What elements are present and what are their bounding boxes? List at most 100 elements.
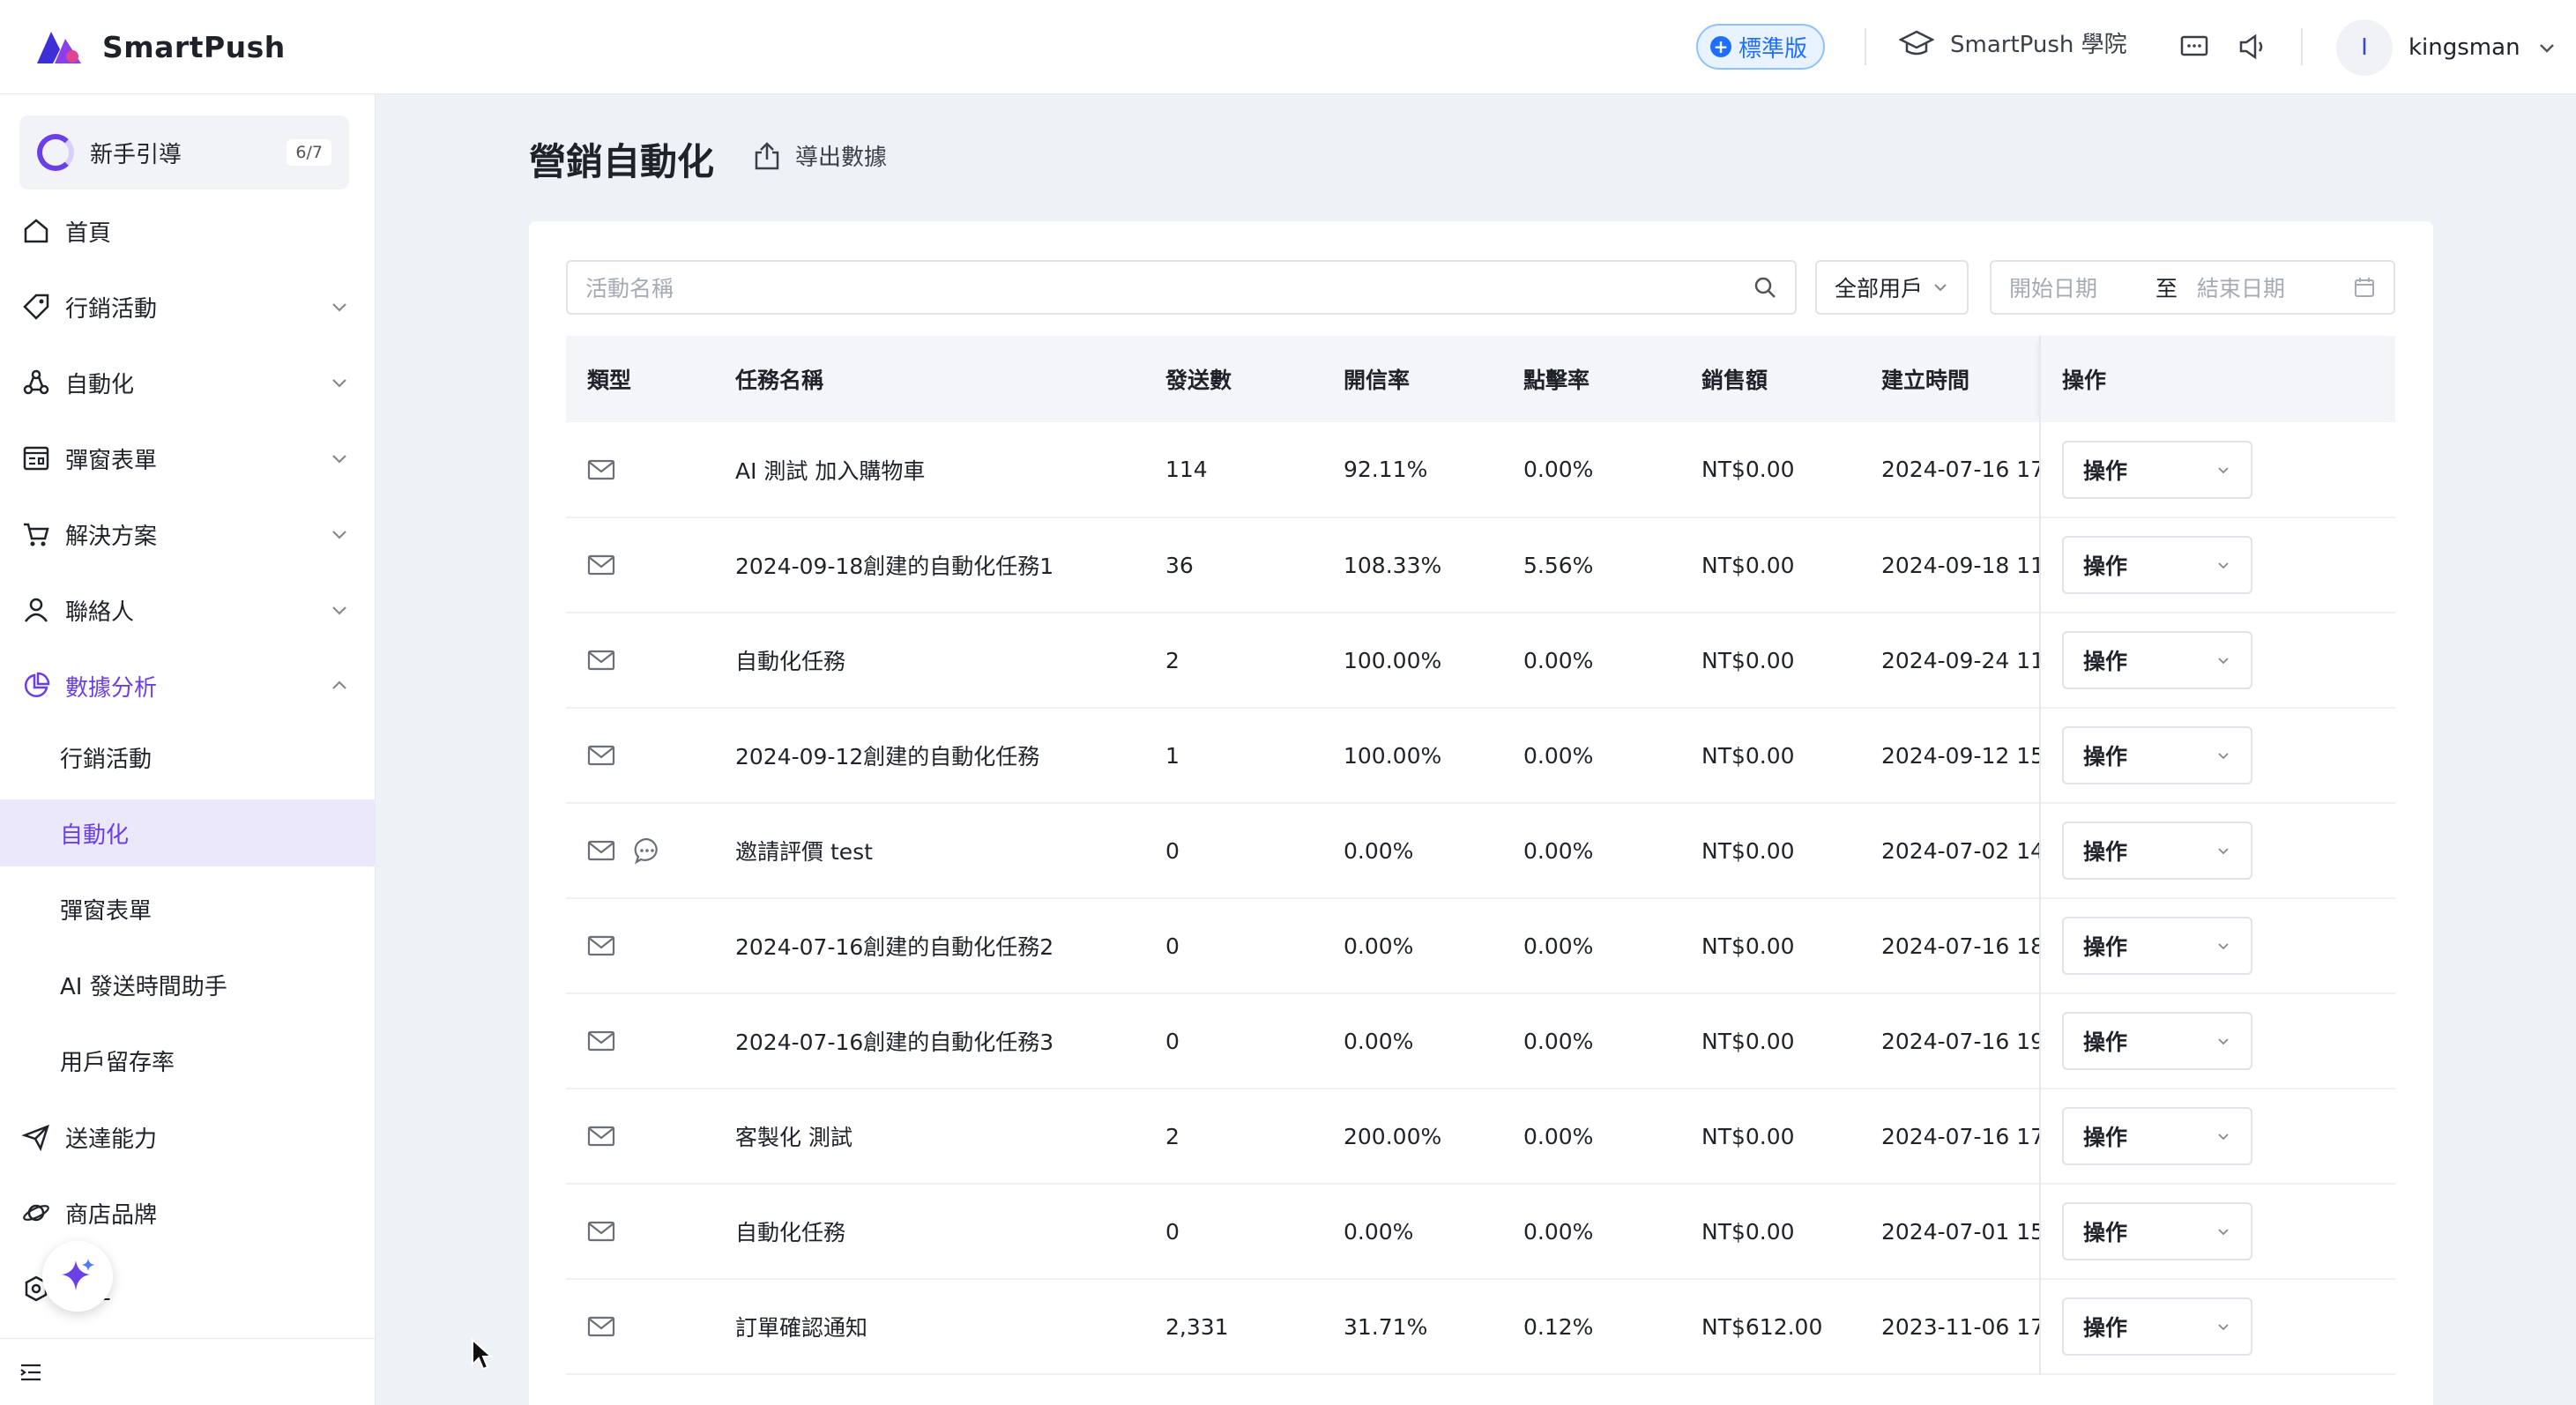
- sidebar-subitem-automation[interactable]: 自動化: [0, 799, 376, 866]
- plan-badge-label: 標準版: [1738, 35, 1808, 63]
- click-rate-cell: 0.00%: [1523, 742, 1594, 769]
- sidebar-item-popup-forms[interactable]: 彈窗表單: [0, 427, 376, 489]
- plan-badge[interactable]: + 標準版: [1696, 24, 1826, 70]
- chevron-down-icon: [332, 455, 346, 464]
- created-time-cell: 2023-11-06 17:: [1881, 1313, 2040, 1340]
- table-row[interactable]: 邀請評價 test 0 0.00% 0.00% NT$0.00 2024-07-02 14…: [566, 803, 2395, 898]
- task-name-cell[interactable]: 2024-07-16創建的自動化任務2: [714, 898, 1144, 993]
- click-rate-cell: 5.56%: [1523, 552, 1594, 578]
- actions-dropdown[interactable]: 操作: [2062, 726, 2252, 784]
- actions-cell: 操作: [2039, 993, 2395, 1089]
- avatar: I: [2336, 19, 2393, 76]
- progress-ring-icon: [37, 134, 74, 171]
- email-icon: [587, 935, 615, 956]
- sidebar-item-automation[interactable]: 自動化: [0, 352, 376, 413]
- table-row[interactable]: 2024-09-18創建的自動化任務1 36 108.33% 5.56% NT$0.00…: [566, 517, 2395, 613]
- sidebar-item-campaigns[interactable]: 行銷活動: [0, 276, 376, 338]
- actions-dropdown[interactable]: 操作: [2062, 1202, 2252, 1260]
- user-menu[interactable]: I kingsman: [2336, 19, 2557, 76]
- task-name-cell[interactable]: 2024-09-18創建的自動化任務1: [714, 517, 1144, 613]
- table-row[interactable]: 2024-07-16創建的自動化任務3 0 0.00% 0.00% NT$0.00 202…: [566, 993, 2395, 1089]
- task-name-cell[interactable]: 2024-09-12創建的自動化任務: [714, 708, 1144, 803]
- sidebar-item-deliverability[interactable]: 送達能力: [0, 1106, 376, 1168]
- table-row[interactable]: 2024-07-16創建的自動化任務2 0 0.00% 0.00% NT$0.00 202…: [566, 898, 2395, 993]
- divider: [2301, 28, 2303, 65]
- actions-dropdown[interactable]: 操作: [2062, 631, 2252, 689]
- form-icon: [23, 446, 49, 471]
- table-row[interactable]: 客製化 測試 2 200.00% 0.00% NT$0.00 2024-07-16 17:…: [566, 1089, 2395, 1184]
- announcement-icon[interactable]: [2236, 30, 2269, 63]
- sidebar-item-home[interactable]: 首頁: [0, 200, 376, 262]
- task-name-cell[interactable]: 邀請評價 test: [714, 803, 1144, 898]
- open-rate-cell: 100.00%: [1344, 647, 1442, 673]
- task-name-cell[interactable]: 2024-07-16創建的自動化任務3: [714, 993, 1144, 1089]
- sidebar-subitem-retention[interactable]: 用戶留存率: [0, 1027, 376, 1094]
- actions-dropdown[interactable]: 操作: [2062, 440, 2252, 499]
- start-date-placeholder: 開始日期: [2009, 276, 2098, 301]
- sidebar-subitem-send-time-ai[interactable]: AI 發送時間助手: [0, 951, 376, 1018]
- chevron-down-icon: [332, 606, 346, 615]
- chevron-down-icon: [2218, 1038, 2229, 1045]
- actions-dropdown[interactable]: 操作: [2062, 917, 2252, 975]
- sidebar-item-label: 解決方案: [65, 523, 158, 550]
- sidebar-subitem-label: 自動化: [60, 821, 130, 849]
- app-logo[interactable]: SmartPush: [34, 26, 286, 67]
- message-icon[interactable]: [2178, 30, 2211, 63]
- table-row[interactable]: 訂單確認通知 2,331 31.71% 0.12% NT$612.00 2023-11-0…: [566, 1279, 2395, 1374]
- email-icon: [587, 840, 615, 861]
- table-row[interactable]: 2024-09-12創建的自動化任務 1 100.00% 0.00% NT$0.00 20…: [566, 708, 2395, 803]
- sidebar-subitem-popup-forms[interactable]: 彈窗表單: [0, 875, 376, 942]
- actions-dropdown[interactable]: 操作: [2062, 1107, 2252, 1165]
- task-name-cell[interactable]: AI 測試 加入購物車: [714, 422, 1144, 517]
- sidebar-subitem-campaigns[interactable]: 行銷活動: [0, 724, 376, 791]
- date-range-picker[interactable]: 開始日期 至 結束日期: [1990, 260, 2395, 315]
- table-row[interactable]: 自動化任務 2 100.00% 0.00% NT$0.00 2024-09-24 11: 操…: [566, 613, 2395, 708]
- email-icon: [587, 650, 615, 671]
- actions-dropdown[interactable]: 操作: [2062, 821, 2252, 880]
- search-input[interactable]: 活動名稱: [566, 260, 1797, 315]
- created-time-cell: 2024-09-18 11:: [1881, 552, 2040, 578]
- column-header-click-rate: 點擊率: [1523, 368, 1590, 393]
- table-row[interactable]: AI 測試 加入購物車 114 92.11% 0.00% NT$0.00 2024-07-…: [566, 422, 2395, 517]
- chevron-down-icon: [2218, 1134, 2229, 1141]
- sidebar-item-label: 商店品牌: [65, 1201, 158, 1229]
- actions-dropdown[interactable]: 操作: [2062, 1012, 2252, 1070]
- chevron-down-icon: [2218, 753, 2229, 760]
- search-icon: [1754, 277, 1776, 298]
- open-rate-cell: 108.33%: [1344, 552, 1442, 578]
- sidebar-subitem-label: 行銷活動: [60, 746, 153, 773]
- type-cell: [566, 1279, 714, 1374]
- user-filter-select[interactable]: 全部用戶: [1815, 260, 1969, 315]
- created-time-cell: 2024-07-16 17:: [1881, 1123, 2040, 1149]
- sidebar-item-analytics[interactable]: 數據分析: [0, 655, 376, 717]
- date-range-separator: 至: [2155, 276, 2178, 301]
- open-rate-cell: 92.11%: [1344, 457, 1428, 482]
- user-icon: [25, 598, 48, 622]
- type-cell: [566, 993, 714, 1089]
- export-data-button[interactable]: 導出數據: [751, 139, 887, 172]
- actions-dropdown-label: 操作: [2083, 1220, 2128, 1245]
- automation-table: 類型 任務名稱 發送數 開信率 點擊率 銷售額 建立時間 操作 AI 測試 加入…: [566, 336, 2395, 1375]
- actions-dropdown[interactable]: 操作: [2062, 1297, 2252, 1356]
- academy-link[interactable]: SmartPush 學院: [1899, 26, 2127, 59]
- onboarding-guide[interactable]: 新手引導 6/7: [19, 115, 349, 190]
- sidebar-item-solutions[interactable]: 解決方案: [0, 503, 376, 565]
- sent-cell: 1: [1165, 742, 1180, 769]
- sidebar-item-store-brand[interactable]: 商店品牌: [0, 1182, 376, 1244]
- actions-dropdown-label: 操作: [2083, 649, 2128, 674]
- sidebar-item-contacts[interactable]: 聯絡人: [0, 579, 376, 641]
- task-name-cell[interactable]: 訂單確認通知: [714, 1279, 1144, 1374]
- actions-dropdown[interactable]: 操作: [2062, 536, 2252, 594]
- click-rate-cell: 0.12%: [1523, 1313, 1594, 1340]
- task-name-cell[interactable]: 自動化任務: [714, 1184, 1144, 1279]
- column-header-created-time: 建立時間: [1881, 368, 1970, 393]
- sales-cell: NT$0.00: [1701, 742, 1795, 769]
- table-row[interactable]: 自動化任務 0 0.00% 0.00% NT$0.00 2024-07-01 15: 操作: [566, 1184, 2395, 1279]
- ai-assistant-button[interactable]: [42, 1241, 113, 1312]
- open-rate-cell: 200.00%: [1344, 1123, 1442, 1149]
- chevron-up-icon: [332, 680, 346, 689]
- type-cell: [566, 1184, 714, 1279]
- task-name-cell[interactable]: 客製化 測試: [714, 1089, 1144, 1184]
- collapse-menu-icon[interactable]: [19, 1362, 42, 1383]
- task-name-cell[interactable]: 自動化任務: [714, 613, 1144, 708]
